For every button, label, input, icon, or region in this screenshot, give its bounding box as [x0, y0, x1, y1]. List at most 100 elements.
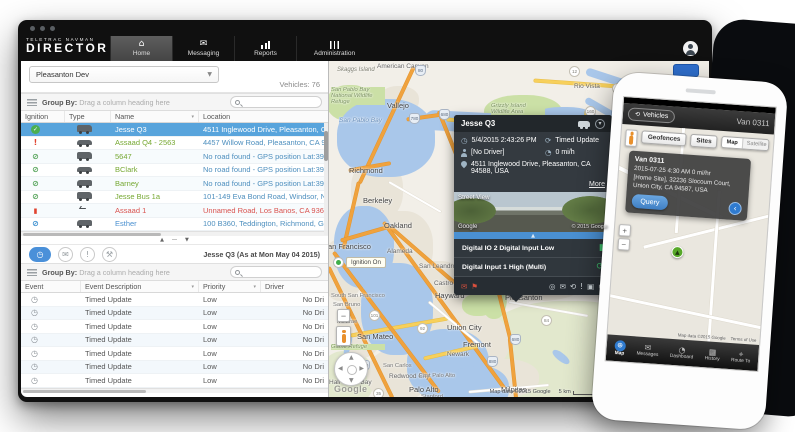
vehicle-name: 5647 [111, 152, 199, 161]
window-zoom-button[interactable] [50, 26, 55, 31]
menu-icon[interactable] [27, 269, 37, 276]
table-row[interactable]: ◷ Timed Update Low No Dri [21, 320, 328, 334]
tools-button[interactable]: ⚒ [102, 247, 117, 262]
alert-flag-icon[interactable]: ⚑ [471, 282, 478, 291]
column-type[interactable]: Type [65, 111, 111, 122]
horizontal-scrollbar[interactable] [21, 388, 328, 393]
user-avatar[interactable] [683, 41, 698, 56]
phone-zoom-control: + − [617, 224, 631, 251]
phone-tab-messages[interactable]: ✉ Messages [636, 343, 659, 358]
phone-vehicle-marker[interactable]: ▲ [671, 246, 684, 259]
table-row[interactable]: Jesse Bus 1a 101-149 Eva Bond Road, Wind… [21, 191, 328, 205]
phone-map[interactable]: Geofences Sites Map Satellite Van 0311 2… [608, 124, 774, 345]
collapse-down-icon[interactable]: ▼ [185, 237, 189, 243]
pegman-control[interactable] [336, 326, 351, 346]
table-row[interactable]: ◷ Timed Update Low No Dri [21, 374, 328, 388]
column-name[interactable]: Name [111, 111, 199, 122]
query-button[interactable]: Query [631, 194, 668, 210]
tab-messaging[interactable]: ✉ Messaging [172, 36, 234, 61]
popup-address: 4511 Inglewood Drive, Pleasanton, CA 945… [471, 161, 605, 175]
map-type-map[interactable]: Map [722, 137, 742, 148]
column-event[interactable]: Event [21, 281, 81, 292]
street-view-image[interactable]: Street View Google © 2015 Google [454, 192, 612, 232]
tab-home[interactable]: ⌂ Home [110, 36, 172, 61]
table-row[interactable]: ◷ Timed Update Low No Dri [21, 361, 328, 375]
collapse-up-icon[interactable]: ▲ [160, 237, 164, 243]
event-search-input[interactable] [243, 269, 313, 276]
globe-icon: ⊕ [614, 340, 626, 352]
tab-reports[interactable]: Reports [234, 36, 296, 61]
column-event-description[interactable]: Event Description [81, 281, 199, 292]
ignition-status-icon [31, 165, 40, 174]
events-history-button[interactable]: ◷ [29, 247, 51, 262]
sites-button[interactable]: Sites [690, 134, 718, 149]
table-row[interactable]: BClark No road found - GPS position Lat:… [21, 164, 328, 178]
alerts-button[interactable]: ! [80, 247, 95, 262]
history-icon[interactable]: ⟲ [570, 282, 576, 291]
horizontal-scrollbar[interactable] [21, 231, 328, 236]
phone-tab-history[interactable]: ▦ History [705, 347, 721, 362]
send-message-button[interactable]: ✉ [58, 247, 73, 262]
column-driver[interactable]: Driver [261, 281, 328, 292]
scrollbar-thumb[interactable] [23, 233, 161, 236]
scale-label: 5 km [559, 389, 571, 395]
terms-link[interactable]: Terms of Use [730, 336, 756, 343]
popup-collapse-bar[interactable]: ▲ [454, 232, 612, 239]
table-row[interactable]: Barney No road found - GPS position Lat:… [21, 177, 328, 191]
geofences-button[interactable]: Geofences [641, 130, 686, 146]
highway-shield: 84 [541, 315, 552, 326]
event-priority: Low [199, 349, 261, 358]
table-row[interactable]: ◷ Timed Update Low No Dri [21, 293, 328, 307]
table-row[interactable]: 5647 No road found - GPS position Lat:39… [21, 150, 328, 164]
pan-down-icon[interactable]: ▼ [349, 377, 354, 384]
window-close-button[interactable] [30, 26, 35, 31]
phone-tab-dashboard[interactable]: ◔ Dashboard [670, 345, 694, 361]
tab-administration[interactable]: Administration [296, 36, 372, 61]
menu-icon[interactable] [27, 99, 37, 106]
back-button[interactable]: ⟲ Vehicles [628, 107, 676, 123]
locate-icon[interactable]: ◎ [549, 282, 556, 291]
clock-icon: ◷ [31, 349, 38, 358]
vehicle-search[interactable] [230, 96, 322, 108]
vehicle-search-input[interactable] [243, 99, 313, 106]
phone-tab-map[interactable]: ⊕ Map [614, 340, 626, 357]
panel-splitter[interactable]: ▲ — ▼ [21, 236, 328, 245]
table-row[interactable]: ◷ Timed Update Low No Dri [21, 334, 328, 348]
table-row[interactable]: Assaad Q4 - 2563 4457 Willow Road, Pleas… [21, 137, 328, 151]
more-link[interactable]: More [589, 181, 605, 188]
pan-control[interactable]: ▲ ▼ ◀ ▶ [334, 352, 368, 386]
window-minimize-button[interactable] [40, 26, 45, 31]
table-row[interactable]: Assaad 1 Unnamed Road, Los Banos, CA 936… [21, 204, 328, 218]
splitter-handle-icon[interactable]: — [172, 237, 177, 243]
table-row[interactable]: Jesse Q3 4511 Inglewood Drive, Pleasanto… [21, 123, 328, 137]
alert-icon[interactable]: ! [580, 282, 583, 291]
chevron-left-circle-icon[interactable]: ‹ [728, 201, 742, 215]
pegman-control[interactable] [625, 129, 639, 147]
pan-left-icon[interactable]: ◀ [338, 365, 343, 372]
phone-tab-route-to[interactable]: ⌖ Route To [731, 349, 751, 364]
pan-up-icon[interactable]: ▲ [349, 354, 354, 361]
fleet-selector-dropdown[interactable]: Pleasanton Dev ▼ [29, 66, 219, 83]
chevron-down-circle-icon[interactable]: ▾ [595, 119, 605, 129]
alert-envelope-icon[interactable]: ✉ [461, 282, 467, 291]
scrollbar-thumb[interactable] [324, 131, 328, 161]
table-row[interactable]: Esther 100 B360, Teddington, Richmond, G… [21, 218, 328, 232]
table-row[interactable]: ◷ Timed Update Low No Dri [21, 307, 328, 321]
table-row[interactable]: ◷ Timed Update Low No Dri [21, 347, 328, 361]
zoom-in-button[interactable]: + [618, 224, 631, 237]
pan-right-icon[interactable]: ▶ [359, 365, 364, 372]
zoom-out-button[interactable]: − [617, 238, 630, 251]
column-priority[interactable]: Priority [199, 281, 261, 292]
ignition-status-icon [31, 179, 40, 188]
column-location[interactable]: Location [199, 111, 328, 122]
ignition-on-marker[interactable]: Ignition On [333, 257, 386, 268]
map-type-satellite[interactable]: Satellite [741, 138, 769, 150]
vertical-scrollbar[interactable] [324, 123, 328, 235]
event-search[interactable] [230, 266, 322, 278]
scrollbar-thumb[interactable] [23, 390, 146, 393]
phone-page-title: Van 0311 [736, 117, 770, 128]
camera-icon[interactable]: ▣ [587, 282, 594, 291]
message-icon[interactable]: ✉ [560, 282, 566, 291]
column-ignition[interactable]: Ignition [21, 111, 65, 122]
zoom-out-button[interactable]: − [337, 309, 350, 322]
